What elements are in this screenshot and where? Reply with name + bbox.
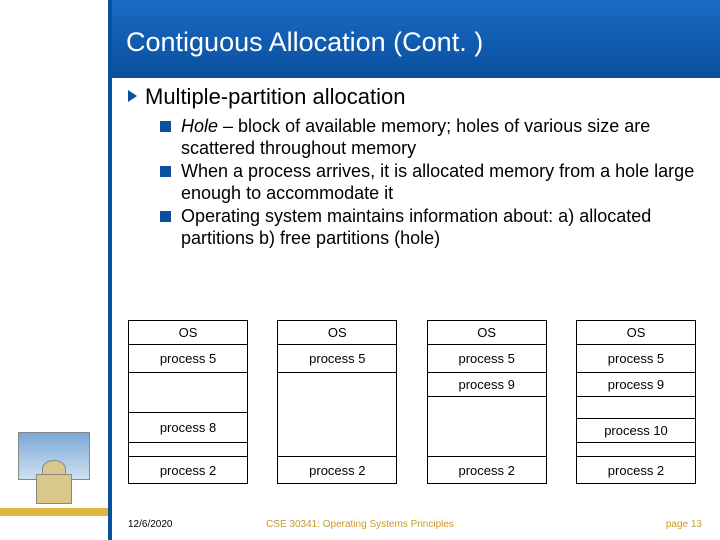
sub1-rest: – block of available memory; holes of va…: [181, 116, 650, 158]
memory-column-2: OS process 5 process 2: [277, 320, 397, 484]
memory-column-4: OS process 5 process 9 process 10 proces…: [576, 320, 696, 484]
cell-os: OS: [577, 321, 695, 345]
cell-gap: [428, 397, 546, 457]
cell-gap: [129, 373, 247, 413]
cell-p5: process 5: [278, 345, 396, 373]
square-bullet-icon: [160, 121, 171, 132]
cell-p9: process 9: [577, 373, 695, 397]
square-bullet-icon: [160, 211, 171, 222]
footer-page: page 13: [666, 519, 702, 530]
cell-p2: process 2: [129, 457, 247, 483]
cell-os: OS: [129, 321, 247, 345]
cell-gap: [577, 397, 695, 419]
cell-p10: process 10: [577, 419, 695, 443]
cell-p5: process 5: [577, 345, 695, 373]
square-bullet-icon: [160, 166, 171, 177]
triangle-bullet-icon: [128, 90, 137, 102]
bullet-level2: When a process arrives, it is allocated …: [160, 161, 700, 204]
sub3-text: Operating system maintains information a…: [181, 206, 700, 249]
cell-p8: process 8: [129, 413, 247, 443]
cell-p2: process 2: [428, 457, 546, 483]
footer-course: CSE 30341: Operating Systems Principles: [0, 519, 720, 530]
cell-p5: process 5: [428, 345, 546, 373]
cell-os: OS: [278, 321, 396, 345]
slide: Contiguous Allocation (Cont. ) Multiple-…: [0, 0, 720, 540]
slide-title: Contiguous Allocation (Cont. ): [126, 27, 483, 58]
sub2-text: When a process arrives, it is allocated …: [181, 161, 700, 204]
sub1-text: Hole – block of available memory; holes …: [181, 116, 700, 159]
cell-p2: process 2: [577, 457, 695, 483]
memory-column-3: OS process 5 process 9 process 2: [427, 320, 547, 484]
cell-gap: [129, 443, 247, 457]
cell-gap: [278, 373, 396, 457]
title-bar: Contiguous Allocation (Cont. ): [112, 0, 720, 78]
bullet-level2: Operating system maintains information a…: [160, 206, 700, 249]
bullet1-text: Multiple-partition allocation: [145, 84, 405, 110]
cell-p5: process 5: [129, 345, 247, 373]
cell-p2: process 2: [278, 457, 396, 483]
bullet-level2: Hole – block of available memory; holes …: [160, 116, 700, 159]
memory-column-1: OS process 5 process 8 process 2: [128, 320, 248, 484]
dome-logo: [18, 432, 90, 504]
gold-bar: [0, 508, 108, 516]
cell-gap: [577, 443, 695, 457]
vertical-rule: [108, 0, 112, 540]
body: Multiple-partition allocation Hole – blo…: [128, 84, 700, 252]
dome-building: [36, 474, 72, 504]
cell-os: OS: [428, 321, 546, 345]
bullet-level1: Multiple-partition allocation: [128, 84, 700, 110]
hole-term: Hole: [181, 116, 218, 136]
sublist: Hole – block of available memory; holes …: [160, 116, 700, 250]
cell-p9: process 9: [428, 373, 546, 397]
memory-diagrams: OS process 5 process 8 process 2 OS proc…: [128, 320, 696, 484]
